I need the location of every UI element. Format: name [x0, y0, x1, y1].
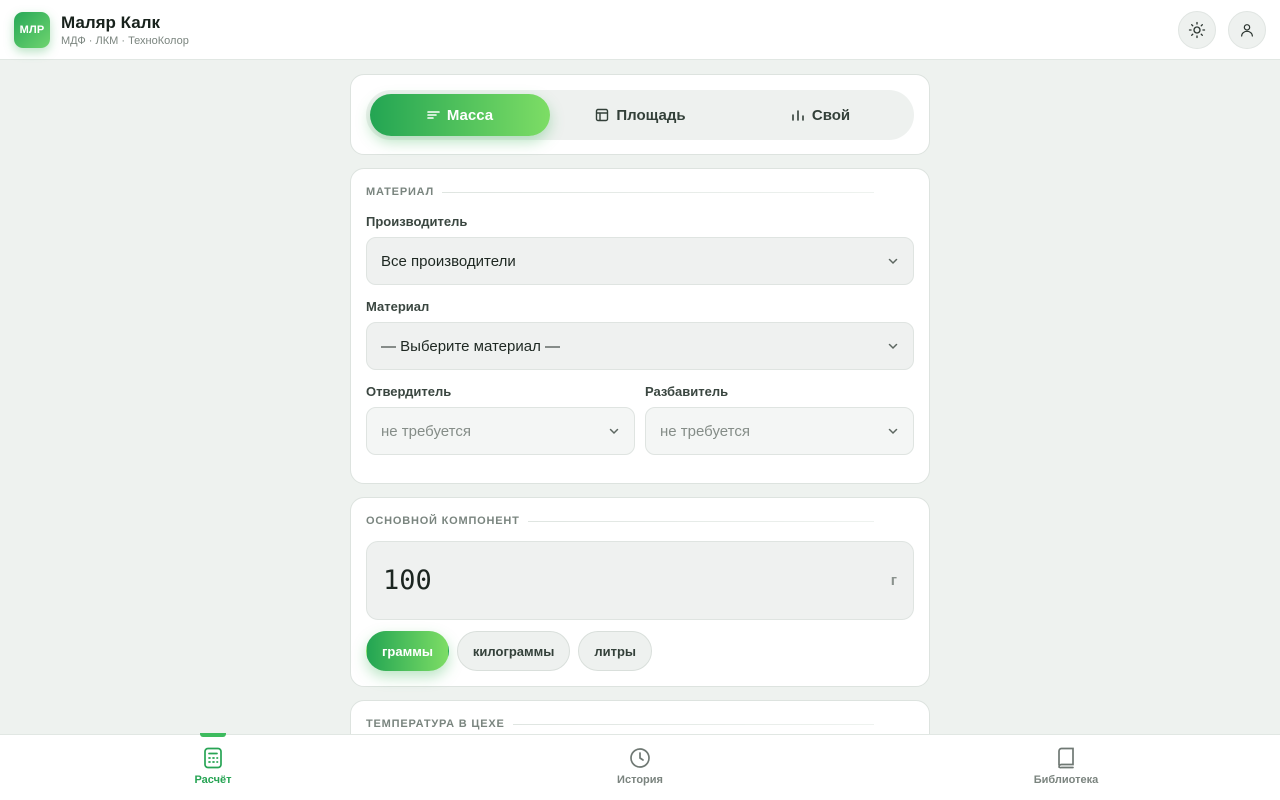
thinner-value: не требуется: [660, 422, 750, 440]
tab-area[interactable]: Площадь: [550, 94, 731, 136]
chevron-down-icon: [888, 343, 898, 350]
tab-area-label: Площадь: [616, 106, 686, 124]
material-section-title: МАТЕРИАЛ: [366, 186, 435, 198]
temperature-section-header: ТЕМПЕРАТУРА В ЦЕХЕ: [366, 716, 914, 732]
material-value: — Выберите материал —: [381, 337, 561, 355]
additives-row: Отвердитель не требуется Разбавитель не …: [366, 370, 914, 455]
profile-button[interactable]: [1228, 10, 1266, 49]
chevron-down-icon: [888, 428, 898, 435]
square-grid-icon: [596, 108, 609, 122]
nav-history[interactable]: История: [560, 735, 720, 800]
manufacturer-value: Все производители: [381, 252, 516, 270]
component-section-header: ОСНОВНОЙ КОМПОНЕНТ: [366, 513, 914, 529]
tab-mass-label: Масса: [446, 106, 494, 124]
section-divider: [512, 723, 874, 725]
thinner-field: Разбавитель не требуется: [645, 370, 914, 455]
unit-chip-kilograms[interactable]: килограммы: [456, 631, 571, 671]
calculator-icon: [204, 747, 222, 769]
tab-custom-label: Свой: [811, 106, 851, 124]
unit-chips: граммы килограммы литры: [366, 631, 914, 671]
nav-library[interactable]: Библиотека: [986, 735, 1146, 800]
app-subtitle: МДФ · ЛКМ · ТехноКолор: [61, 34, 189, 47]
amount-input[interactable]: 100 г: [366, 541, 914, 620]
bar-chart-icon: [792, 110, 804, 121]
brand: Маляр Калк МДФ · ЛКМ · ТехноКолор: [61, 13, 189, 47]
chevron-down-icon: [609, 428, 619, 435]
thinner-select[interactable]: не требуется: [645, 407, 914, 455]
active-indicator: [200, 733, 226, 737]
app-title: Маляр Калк: [61, 12, 160, 32]
material-select[interactable]: — Выберите материал —: [366, 322, 914, 370]
section-divider: [527, 520, 874, 522]
thinner-label: Разбавитель: [645, 384, 729, 399]
tab-mass[interactable]: Масса: [370, 94, 550, 136]
manufacturer-select[interactable]: Все производители: [366, 237, 914, 285]
top-actions: [1178, 10, 1266, 49]
component-section-title: ОСНОВНОЙ КОМПОНЕНТ: [366, 515, 520, 527]
amount-value: 100: [383, 565, 432, 596]
user-icon: [1241, 23, 1253, 37]
mode-card: Масса Площадь Свой: [350, 74, 930, 155]
bottom-nav: Расчёт История Библиотека: [0, 733, 1280, 800]
book-icon: [1058, 747, 1074, 769]
material-card: МАТЕРИАЛ Производитель Все производители…: [350, 168, 930, 484]
hardener-select[interactable]: не требуется: [366, 407, 635, 455]
amount-unit: г: [890, 572, 897, 589]
nav-calculation-label: Расчёт: [194, 774, 232, 786]
section-divider: [442, 191, 874, 193]
sun-icon: [1188, 21, 1206, 38]
temperature-section-title: ТЕМПЕРАТУРА В ЦЕХЕ: [366, 718, 505, 730]
material-label: Материал: [366, 299, 430, 314]
manufacturer-label: Производитель: [366, 214, 468, 229]
hardener-field: Отвердитель не требуется: [366, 370, 635, 455]
theme-toggle-button[interactable]: [1178, 10, 1216, 49]
component-card: ОСНОВНОЙ КОМПОНЕНТ 100 г граммы килограм…: [350, 497, 930, 687]
nav-calculation[interactable]: Расчёт: [133, 733, 293, 800]
main-column: Масса Площадь Свой МАТЕРИАЛ Производител…: [350, 74, 930, 773]
chevron-down-icon: [888, 258, 898, 265]
app-logo: МЛР: [14, 11, 50, 48]
lines-icon: [427, 111, 440, 119]
nav-library-label: Библиотека: [1033, 774, 1099, 786]
mode-switch: Масса Площадь Свой: [366, 90, 914, 140]
tab-custom[interactable]: Свой: [731, 94, 910, 136]
nav-history-label: История: [617, 774, 663, 786]
unit-chip-grams[interactable]: граммы: [366, 631, 449, 671]
clock-icon: [630, 748, 650, 768]
unit-chip-liters[interactable]: литры: [578, 631, 653, 671]
hardener-value: не требуется: [381, 422, 471, 440]
hardener-label: Отвердитель: [366, 384, 452, 399]
material-section-header: МАТЕРИАЛ: [366, 184, 914, 200]
top-bar: МЛР Маляр Калк МДФ · ЛКМ · ТехноКолор: [0, 0, 1280, 60]
